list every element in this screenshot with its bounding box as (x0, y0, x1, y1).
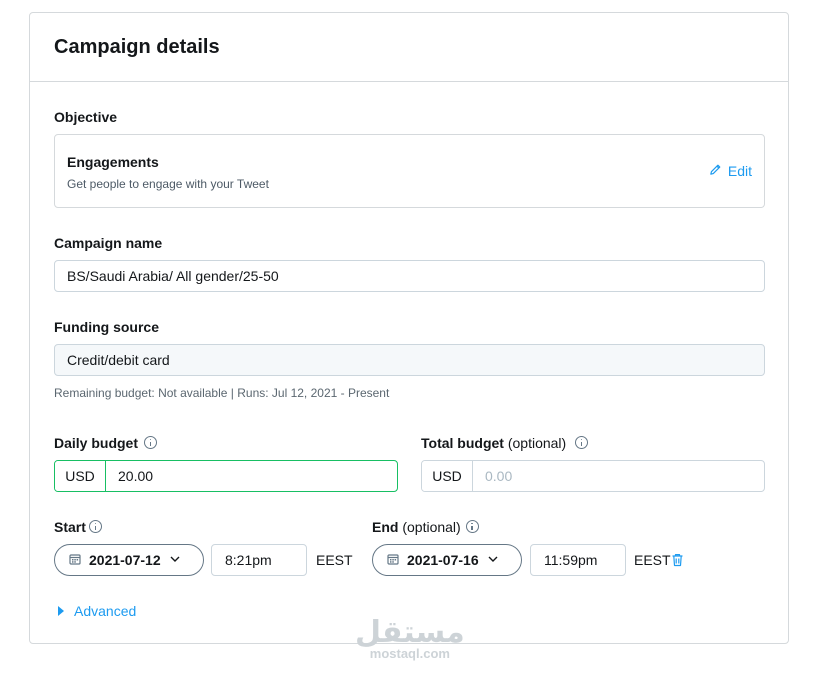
card-header: Campaign details (30, 13, 788, 82)
info-icon[interactable] (88, 520, 102, 533)
objective-box: Engagements Get people to engage with yo… (54, 134, 765, 208)
calendar-icon (387, 552, 399, 568)
end-date-value: 2021-07-16 (407, 552, 479, 568)
daily-budget-heading: Daily budget (54, 435, 158, 451)
calendar-icon (69, 552, 81, 568)
watermark-arabic: مستقل (355, 615, 465, 650)
campaign-name-input[interactable]: BS/Saudi Arabia/ All gender/25-50 (54, 260, 765, 292)
start-heading: Start (54, 519, 102, 535)
end-optional: (optional) (402, 519, 461, 535)
end-time-value: 11:59pm (544, 552, 598, 568)
total-budget-input[interactable]: 0.00 (473, 461, 764, 491)
daily-budget-label: Daily budget (54, 435, 139, 451)
info-icon[interactable] (144, 436, 158, 449)
total-budget-optional: (optional) (507, 435, 567, 451)
end-date-picker[interactable]: 2021-07-16 (372, 544, 522, 576)
total-budget-label: Total budget (421, 435, 504, 451)
edit-objective-button[interactable]: Edit (709, 163, 752, 179)
campaign-name-label: Campaign name (54, 235, 163, 251)
end-label: End (372, 519, 399, 535)
watermark-logo: مستقل mostaql.com (355, 615, 465, 662)
start-date-picker[interactable]: 2021-07-12 (54, 544, 204, 576)
trash-icon[interactable] (671, 553, 684, 567)
objective-title: Engagements (67, 154, 159, 170)
campaign-details-card: Campaign details Objective Engagements G… (29, 12, 789, 644)
objective-label: Objective (54, 109, 118, 125)
chevron-down-icon (487, 552, 499, 568)
end-timezone: EEST (634, 552, 671, 568)
chevron-down-icon (169, 552, 181, 568)
start-label: Start (54, 519, 86, 535)
advanced-toggle[interactable]: Advanced (58, 603, 136, 619)
start-time-value: 8:21pm (225, 552, 272, 568)
end-heading: End (optional) (372, 519, 479, 535)
advanced-label: Advanced (74, 603, 137, 619)
daily-budget-input[interactable]: 20.00 (106, 461, 397, 491)
edit-label: Edit (727, 163, 752, 179)
total-budget-input-group: USD 0.00 (421, 460, 765, 492)
info-icon[interactable] (465, 520, 479, 533)
daily-budget-currency: USD (55, 461, 106, 491)
start-timezone: EEST (316, 552, 353, 568)
page-title: Campaign details (54, 35, 220, 58)
caret-right-icon (58, 606, 64, 616)
start-time-input[interactable]: 8:21pm (211, 544, 307, 576)
campaign-name-value: BS/Saudi Arabia/ All gender/25-50 (67, 268, 279, 284)
pencil-icon (709, 163, 722, 179)
funding-helper-text: Remaining budget: Not available | Runs: … (54, 386, 390, 400)
funding-source-field[interactable]: Credit/debit card (54, 344, 765, 376)
start-date-value: 2021-07-12 (89, 552, 161, 568)
info-icon[interactable] (575, 436, 589, 449)
total-budget-currency: USD (422, 461, 473, 491)
end-time-input[interactable]: 11:59pm (530, 544, 626, 576)
objective-subtitle: Get people to engage with your Tweet (67, 177, 269, 191)
watermark-url: mostaql.com (369, 646, 450, 661)
daily-budget-input-group: USD 20.00 (54, 460, 398, 492)
funding-source-label: Funding source (54, 319, 159, 335)
funding-source-value: Credit/debit card (67, 352, 170, 368)
total-budget-heading: Total budget (optional) (421, 435, 589, 451)
